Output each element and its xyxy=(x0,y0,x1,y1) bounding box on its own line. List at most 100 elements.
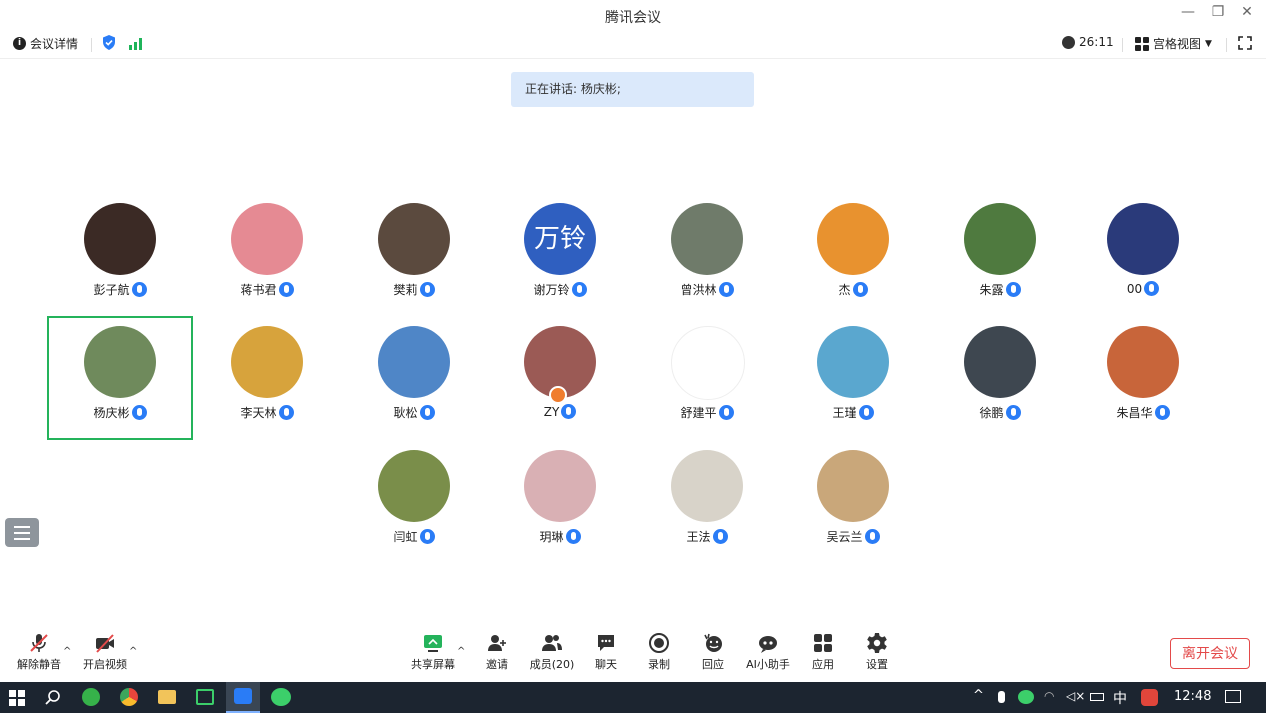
wechat-icon[interactable] xyxy=(271,688,291,706)
unmute-button[interactable]: 解除静音 xyxy=(11,632,67,678)
participant-name: 耿松 xyxy=(393,406,418,420)
restore-icon[interactable]: ❐ xyxy=(1208,4,1228,20)
avatar xyxy=(1107,326,1179,398)
divider xyxy=(91,38,92,52)
timer-text: 26:11 xyxy=(1079,35,1114,49)
participant-tile[interactable]: 王法 xyxy=(634,440,780,564)
participant-tile[interactable]: 吴云兰 xyxy=(780,440,926,564)
video-options-caret[interactable]: ^ xyxy=(129,646,137,657)
mic-status-icon xyxy=(852,282,868,297)
settings-button[interactable]: 设置 xyxy=(849,632,905,678)
leave-meeting-button[interactable]: 离开会议 xyxy=(1170,638,1250,669)
avatar xyxy=(817,450,889,522)
volume-muted-icon[interactable]: ◁× xyxy=(1066,689,1085,703)
members-label: 成员(20) xyxy=(529,658,575,671)
battery-icon[interactable] xyxy=(1090,693,1104,701)
participant-name-row: 杨庆彬 xyxy=(47,404,193,421)
participant-tile[interactable]: 万铃 谢万铃 xyxy=(487,193,633,317)
mic-off-icon xyxy=(28,632,50,654)
audio-options-caret[interactable]: ^ xyxy=(63,646,71,657)
start-video-label: 开启视频 xyxy=(83,658,127,671)
mic-status-icon xyxy=(718,405,734,420)
security-button[interactable] xyxy=(102,35,116,50)
wechat-tray-icon[interactable] xyxy=(1018,690,1034,704)
participant-tile[interactable]: 樊莉 xyxy=(341,193,487,317)
list-toggle-button[interactable] xyxy=(5,518,39,547)
share-options-caret[interactable]: ^ xyxy=(457,646,465,657)
participant-name-row: 曾洪林 xyxy=(634,281,780,298)
wifi-icon[interactable]: ◠ xyxy=(1044,689,1054,703)
ime-indicator[interactable]: 中 xyxy=(1113,688,1127,708)
meeting-details-button[interactable]: i 会议详情 xyxy=(13,35,78,52)
avatar xyxy=(378,326,450,398)
mic-status-icon xyxy=(1005,282,1021,297)
browser-icon[interactable] xyxy=(82,688,100,706)
mic-status-icon xyxy=(561,404,577,419)
participant-tile[interactable]: 00 xyxy=(1070,193,1216,317)
windows-start-icon[interactable] xyxy=(9,690,25,706)
participant-tile[interactable]: 耿松 xyxy=(341,316,487,440)
chat-label: 聊天 xyxy=(595,658,617,671)
divider xyxy=(1226,38,1227,52)
mic-status-icon xyxy=(718,282,734,297)
tray-expand-icon[interactable]: ^ xyxy=(973,688,984,703)
participant-tile[interactable]: 彭子航 xyxy=(47,193,193,317)
members-button[interactable]: 成员(20) xyxy=(524,632,580,678)
tencent-meeting-taskbar-item[interactable] xyxy=(226,682,260,713)
participant-tile[interactable]: 曾洪林 xyxy=(634,193,780,317)
minimize-icon[interactable]: — xyxy=(1178,4,1198,20)
reaction-icon xyxy=(702,632,724,654)
participant-tile[interactable]: 朱露 xyxy=(927,193,1073,317)
notification-icon[interactable] xyxy=(1225,690,1241,703)
ai-assistant-icon xyxy=(757,632,779,654)
participant-tile[interactable]: 闫虹 xyxy=(341,440,487,564)
microphone-icon[interactable] xyxy=(998,691,1005,703)
participant-name: 杨庆彬 xyxy=(93,406,130,420)
sogou-icon[interactable] xyxy=(1141,689,1158,706)
participant-name: 曾洪林 xyxy=(680,283,717,297)
participant-tile[interactable]: 舒建平 xyxy=(634,316,780,440)
participant-tile[interactable]: 杨庆彬 xyxy=(47,316,193,440)
search-icon[interactable] xyxy=(44,689,62,707)
record-button[interactable]: 录制 xyxy=(631,632,687,678)
close-icon[interactable]: ✕ xyxy=(1237,4,1257,20)
reaction-button[interactable]: 回应 xyxy=(685,632,741,678)
meeting-details-label: 会议详情 xyxy=(30,37,79,51)
start-video-button[interactable]: 开启视频 xyxy=(77,632,133,678)
chat-button[interactable]: 聊天 xyxy=(578,632,634,678)
participant-tile[interactable]: 杰 xyxy=(780,193,926,317)
chrome-icon[interactable] xyxy=(120,688,138,706)
invite-button[interactable]: 邀请 xyxy=(469,632,525,678)
participant-name: 蒋书君 xyxy=(240,283,277,297)
participant-tile[interactable]: 李天林 xyxy=(194,316,340,440)
network-signal[interactable] xyxy=(129,37,142,50)
participant-name-row: 00 xyxy=(1070,281,1216,296)
participant-tile[interactable]: ZY xyxy=(487,316,633,440)
participant-name-row: 彭子航 xyxy=(47,281,193,298)
participant-tile[interactable]: 蒋书君 xyxy=(194,193,340,317)
avatar xyxy=(231,203,303,275)
ai-assistant-button[interactable]: AI小助手 xyxy=(740,632,796,678)
participant-tile[interactable]: 玥琳 xyxy=(487,440,633,564)
participant-name-row: 蒋书君 xyxy=(194,281,340,298)
participant-tile[interactable]: 朱昌华 xyxy=(1070,316,1216,440)
participant-name-row: 王法 xyxy=(634,528,780,545)
divider xyxy=(1122,38,1123,52)
clock-icon xyxy=(1062,35,1075,49)
share-screen-button[interactable]: 共享屏幕 xyxy=(405,632,461,678)
settings-label: 设置 xyxy=(866,658,888,671)
mic-status-icon xyxy=(419,282,435,297)
apps-icon xyxy=(812,632,834,654)
shield-icon xyxy=(103,35,115,50)
avatar xyxy=(231,326,303,398)
mic-status-icon xyxy=(278,405,294,420)
fullscreen-button[interactable] xyxy=(1238,36,1252,50)
screen-app-icon[interactable] xyxy=(196,689,214,705)
apps-button[interactable]: 应用 xyxy=(795,632,851,678)
participant-name: 王瑾 xyxy=(832,406,857,420)
folder-icon[interactable] xyxy=(158,690,176,704)
participant-tile[interactable]: 徐鹏 xyxy=(927,316,1073,440)
participant-tile[interactable]: 王瑾 xyxy=(780,316,926,440)
view-mode-dropdown[interactable]: 宫格视图 ▼ xyxy=(1135,35,1212,52)
clock-time[interactable]: 12:48 xyxy=(1174,689,1211,704)
